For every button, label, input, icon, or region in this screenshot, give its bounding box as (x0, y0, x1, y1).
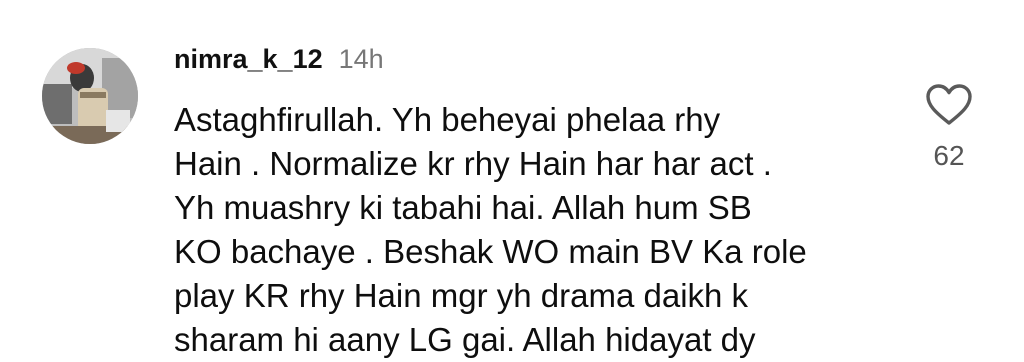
comment-header: nimra_k_12 14h (174, 44, 384, 75)
comment-text-line: Astaghfirullah. Yh beheyai phelaa rhy (174, 101, 721, 138)
comment-text-line: sharam hi aany LG gai. Allah hidayat dy (174, 321, 756, 358)
comment-text-line: Yh muashry ki tabahi hai. Allah hum SB (174, 189, 752, 226)
comment: nimra_k_12 14h Astaghfirullah. Yh beheya… (0, 0, 1024, 358)
comment-text-line: play KR rhy Hain mgr yh drama daikh k (174, 277, 749, 314)
avatar[interactable] (42, 48, 138, 144)
comment-text: Astaghfirullah. Yh beheyai phelaa rhy Ha… (174, 98, 894, 362)
like-count: 62 (933, 140, 965, 171)
comment-text-line: Hain . Normalize kr rhy Hain har har act… (174, 145, 772, 182)
avatar-photo (42, 48, 138, 144)
heart-outline-icon (926, 84, 972, 125)
comment-text-line: KO bachaye . Beshak WO main BV Ka role (174, 233, 807, 270)
username[interactable]: nimra_k_12 (174, 44, 323, 75)
like-button[interactable] (926, 84, 972, 126)
timestamp: 14h (338, 44, 384, 74)
